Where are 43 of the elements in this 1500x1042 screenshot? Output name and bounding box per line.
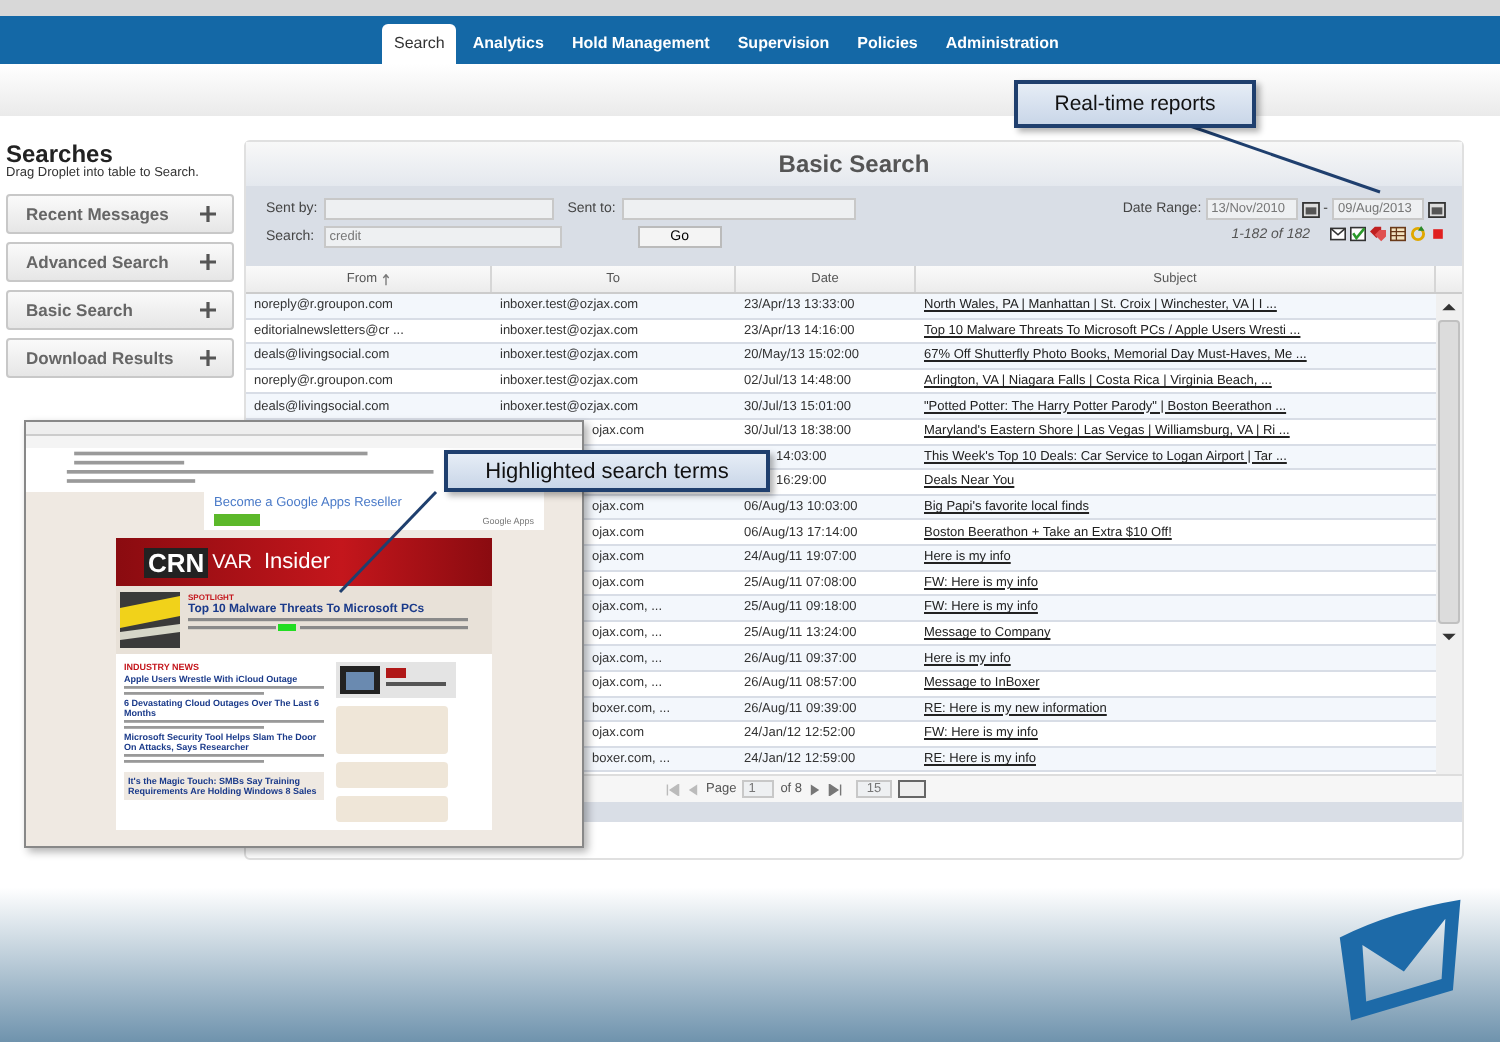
next-page-icon[interactable] bbox=[808, 783, 823, 795]
plus-icon bbox=[200, 206, 216, 222]
sidebar-button[interactable]: Basic Search bbox=[6, 290, 234, 330]
nav-tab[interactable]: Hold Management bbox=[559, 24, 722, 64]
tag-icon[interactable] bbox=[1370, 226, 1386, 242]
plus-icon bbox=[200, 254, 216, 270]
plus-icon bbox=[200, 302, 216, 318]
nav-tab[interactable]: Supervision bbox=[725, 24, 842, 64]
sidebar-button[interactable]: Download Results bbox=[6, 338, 234, 378]
promo-box bbox=[336, 706, 448, 754]
sent-by-field[interactable] bbox=[323, 198, 554, 220]
caution-tape-drawing bbox=[120, 592, 180, 648]
sidebar-button[interactable]: Advanced Search bbox=[6, 242, 234, 282]
nav-tab[interactable]: Analytics bbox=[460, 24, 556, 64]
scroll-down-icon[interactable] bbox=[1442, 632, 1456, 642]
panel-title: Basic Search bbox=[246, 142, 1462, 186]
promo-box bbox=[336, 796, 448, 822]
last-page-icon[interactable] bbox=[828, 783, 843, 795]
table-icon[interactable] bbox=[1390, 226, 1406, 242]
newsletter-title: VAR bbox=[212, 551, 252, 573]
calendar-icon[interactable] bbox=[1301, 201, 1320, 217]
sidebar-button[interactable]: Recent Messages bbox=[6, 194, 234, 234]
nav-tab[interactable]: Search bbox=[382, 24, 457, 64]
nav-tab[interactable]: Policies bbox=[845, 24, 930, 64]
callout: Highlighted search terms bbox=[444, 450, 770, 492]
calendar-icon[interactable] bbox=[1428, 201, 1446, 217]
sidebar-title: Searches bbox=[6, 142, 113, 166]
refresh-icon[interactable] bbox=[1410, 226, 1426, 242]
newsletter-title: Insider bbox=[264, 550, 331, 574]
scroll-up-icon[interactable] bbox=[1442, 302, 1456, 312]
plus-icon bbox=[200, 350, 216, 366]
newsletter-logo: CRN bbox=[144, 547, 209, 577]
tablet-drawing bbox=[336, 662, 456, 698]
page-size-button[interactable] bbox=[898, 780, 927, 798]
nav-tab[interactable]: Administration bbox=[933, 24, 1071, 64]
stop-icon[interactable] bbox=[1430, 226, 1446, 242]
scrollbar-thumb[interactable] bbox=[1438, 320, 1460, 624]
promo-box bbox=[336, 762, 448, 788]
check-icon[interactable] bbox=[1350, 226, 1366, 242]
scrollbar[interactable] bbox=[1436, 294, 1462, 774]
callout: Real-time reports bbox=[1014, 80, 1256, 128]
sent-to-field[interactable] bbox=[621, 198, 856, 220]
envelope-icon[interactable] bbox=[1330, 226, 1346, 242]
